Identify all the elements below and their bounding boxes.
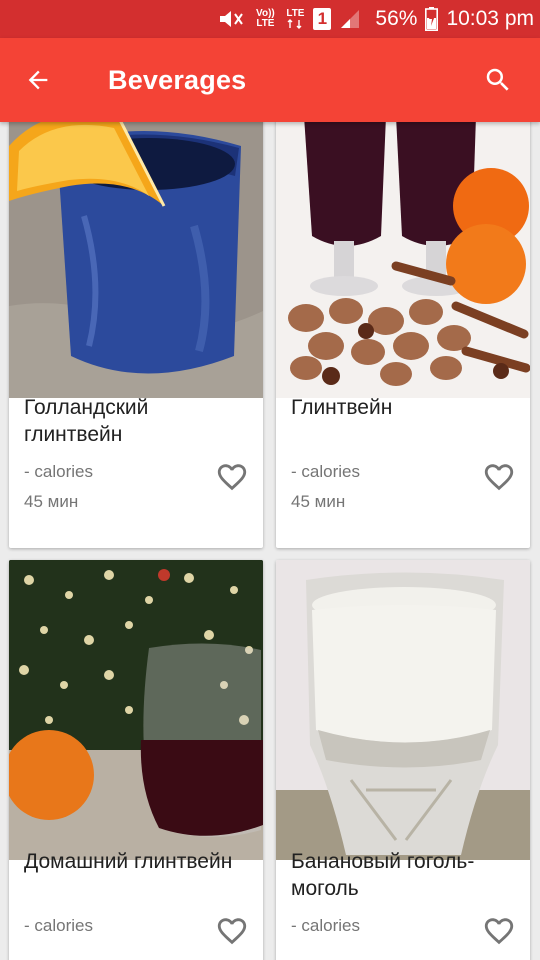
page-title: Beverages bbox=[108, 65, 247, 95]
favorite-heart-icon[interactable] bbox=[215, 460, 249, 494]
recipe-calories: - calories bbox=[24, 462, 93, 481]
back-button[interactable] bbox=[18, 60, 58, 100]
recipe-photo bbox=[276, 122, 530, 398]
recipe-time: 45 мин bbox=[24, 492, 79, 511]
mute-icon bbox=[217, 8, 245, 30]
lte-signal-icon: LTE bbox=[285, 9, 305, 29]
sim-slot-icon: 1 bbox=[313, 8, 332, 30]
status-bar: Vo)) LTE LTE 1 56% 10:03 pm bbox=[0, 0, 540, 38]
recipe-calories: - calories bbox=[24, 916, 93, 935]
status-icons: Vo)) LTE LTE 1 56% 10:03 pm bbox=[217, 0, 534, 38]
favorite-heart-icon[interactable] bbox=[482, 914, 516, 948]
recipe-grid: Голландский глинтвейн - calories 45 мин bbox=[0, 122, 540, 960]
search-icon bbox=[486, 68, 509, 91]
battery-percent: 56% bbox=[375, 7, 418, 30]
battery-charging-icon bbox=[425, 7, 439, 31]
search-button[interactable] bbox=[478, 60, 518, 100]
clock: 10:03 pm bbox=[446, 7, 534, 30]
recipe-time: 45 мин bbox=[291, 492, 346, 511]
recipe-calories: - calories bbox=[291, 916, 360, 935]
arrow-back-icon bbox=[28, 70, 48, 90]
recipe-calories: - calories bbox=[291, 462, 360, 481]
recipe-card[interactable]: Банановый гоголь-моголь - calories bbox=[276, 560, 530, 960]
app-bar: Beverages bbox=[0, 38, 540, 122]
recipe-photo bbox=[9, 560, 263, 860]
recipe-name: Домашний глинтвейн bbox=[24, 850, 233, 873]
recipe-card[interactable]: Домашний глинтвейн - calories bbox=[9, 560, 263, 960]
recipe-name: Голландский глинтвейн bbox=[24, 396, 149, 446]
recipe-name: Банановый гоголь-моголь bbox=[291, 850, 475, 900]
favorite-heart-icon[interactable] bbox=[215, 914, 249, 948]
recipe-photo bbox=[276, 560, 530, 860]
recipe-photo bbox=[9, 122, 263, 398]
favorite-heart-icon[interactable] bbox=[482, 460, 516, 494]
volte-icon: Vo)) LTE bbox=[256, 8, 275, 29]
recipe-card[interactable]: Глинтвейн - calories 45 мин bbox=[276, 122, 530, 548]
signal-strength-icon bbox=[339, 8, 361, 30]
recipe-name: Глинтвейн bbox=[291, 396, 393, 419]
recipe-card[interactable]: Голландский глинтвейн - calories 45 мин bbox=[9, 122, 263, 548]
